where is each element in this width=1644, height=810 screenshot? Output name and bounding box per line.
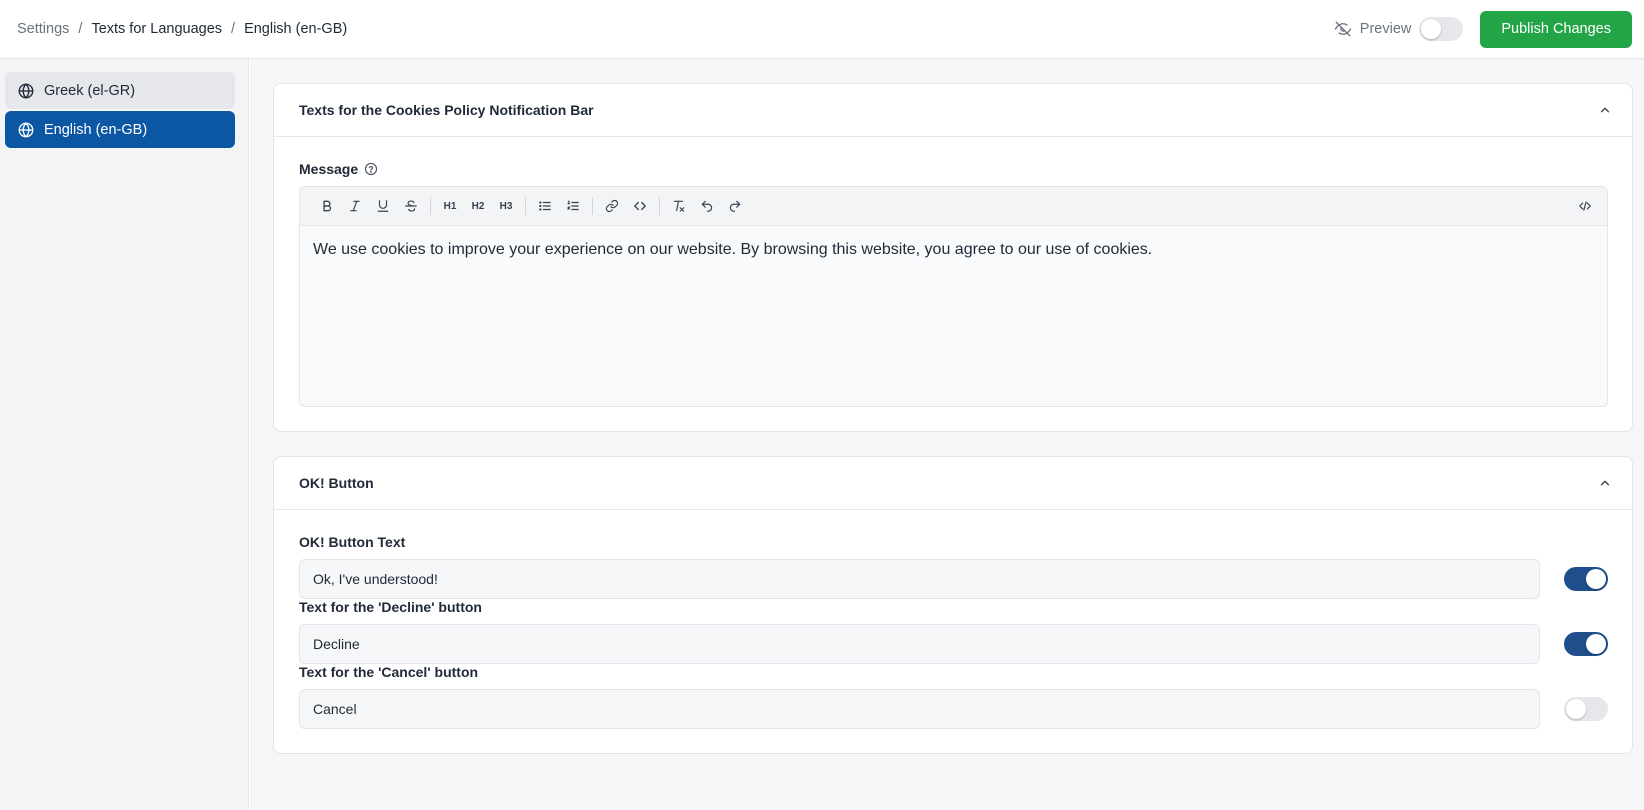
underline-button[interactable]: [369, 192, 397, 220]
source-code-icon[interactable]: [1571, 192, 1599, 220]
field-label: Text for the 'Decline' button: [299, 599, 482, 615]
sidebar-item-label: Greek (el-GR): [44, 82, 136, 99]
message-rich-text-editor: H1 H2 H3 We use cookies to improve your …: [299, 186, 1608, 407]
top-bar: Settings / Texts for Languages / English…: [0, 0, 1644, 59]
chevron-up-icon[interactable]: [1598, 103, 1612, 117]
decline-button-enabled-toggle[interactable]: [1564, 632, 1608, 656]
toolbar-divider: [430, 197, 431, 215]
card-title: Texts for the Cookies Policy Notificatio…: [299, 102, 594, 118]
field-label: Text for the 'Cancel' button: [299, 664, 479, 680]
breadcrumb-separator: /: [78, 21, 83, 37]
ok-button-card-body: OK! Button Text Text for the 'Decline' b…: [274, 510, 1632, 753]
redo-icon[interactable]: [721, 192, 749, 220]
message-label: Message: [299, 161, 1608, 177]
heading-1-button[interactable]: H1: [436, 192, 464, 220]
ok-button-text-field: OK! Button Text: [299, 534, 1608, 599]
preview-label: Preview: [1359, 21, 1412, 37]
breadcrumb-settings[interactable]: Settings: [17, 21, 69, 37]
ok-button-enabled-toggle[interactable]: [1564, 567, 1608, 591]
toggle-knob: [1586, 569, 1606, 589]
help-circle-icon[interactable]: [364, 162, 378, 176]
main-content: Texts for the Cookies Policy Notificatio…: [250, 59, 1644, 810]
message-label-text: Message: [299, 161, 359, 177]
cancel-button-enabled-toggle[interactable]: [1564, 697, 1608, 721]
chevron-up-icon[interactable]: [1598, 476, 1612, 490]
undo-icon[interactable]: [693, 192, 721, 220]
ordered-list-button[interactable]: [559, 192, 587, 220]
ok-button-card-header[interactable]: OK! Button: [274, 457, 1632, 510]
clear-format-icon[interactable]: [665, 192, 693, 220]
ok-button-card: OK! Button OK! Button Text Text for the …: [273, 456, 1633, 754]
sidebar-item-label: English (en-GB): [44, 121, 148, 138]
field-label: OK! Button Text: [299, 534, 406, 550]
cancel-button-text-input[interactable]: [299, 689, 1540, 729]
heading-3-button[interactable]: H3: [492, 192, 520, 220]
globe-icon: [17, 121, 35, 139]
topbar-actions: Preview Publish Changes: [1334, 10, 1632, 48]
cancel-button-text-field: Text for the 'Cancel' button: [299, 664, 1608, 729]
cookies-policy-card-body: Message H1 H2 H3 We use cookies to impro…: [274, 137, 1632, 431]
ok-button-text-input[interactable]: [299, 559, 1540, 599]
breadcrumb-separator: /: [231, 21, 236, 37]
card-title: OK! Button: [299, 475, 374, 491]
decline-button-text-input[interactable]: [299, 624, 1540, 664]
breadcrumb-current-language: English (en-GB): [244, 21, 348, 37]
message-editor-content[interactable]: We use cookies to improve your experienc…: [300, 226, 1607, 406]
language-sidebar: Greek (el-GR) English (en-GB): [0, 59, 249, 810]
decline-button-text-field: Text for the 'Decline' button: [299, 599, 1608, 664]
bullet-list-button[interactable]: [531, 192, 559, 220]
publish-changes-button[interactable]: Publish Changes: [1480, 10, 1632, 48]
eye-off-icon: [1334, 20, 1352, 38]
sidebar-item-english[interactable]: English (en-GB): [5, 111, 235, 148]
code-button[interactable]: [626, 192, 654, 220]
toggle-knob: [1421, 19, 1442, 39]
italic-button[interactable]: [341, 192, 369, 220]
toolbar-divider: [659, 197, 660, 215]
editor-toolbar: H1 H2 H3: [300, 187, 1607, 226]
link-button[interactable]: [598, 192, 626, 220]
breadcrumb-texts-for-languages[interactable]: Texts for Languages: [91, 21, 222, 37]
cookies-policy-card-header[interactable]: Texts for the Cookies Policy Notificatio…: [274, 84, 1632, 137]
globe-icon: [17, 82, 35, 100]
toggle-knob: [1566, 699, 1586, 719]
toolbar-divider: [525, 197, 526, 215]
bold-button[interactable]: [313, 192, 341, 220]
strikethrough-button[interactable]: [397, 192, 425, 220]
toolbar-divider: [592, 197, 593, 215]
heading-2-button[interactable]: H2: [464, 192, 492, 220]
sidebar-item-greek[interactable]: Greek (el-GR): [5, 72, 235, 109]
cookies-policy-card: Texts for the Cookies Policy Notificatio…: [273, 83, 1633, 432]
preview-toggle[interactable]: [1419, 17, 1464, 41]
toggle-knob: [1586, 634, 1606, 654]
breadcrumb: Settings / Texts for Languages / English…: [17, 21, 347, 37]
